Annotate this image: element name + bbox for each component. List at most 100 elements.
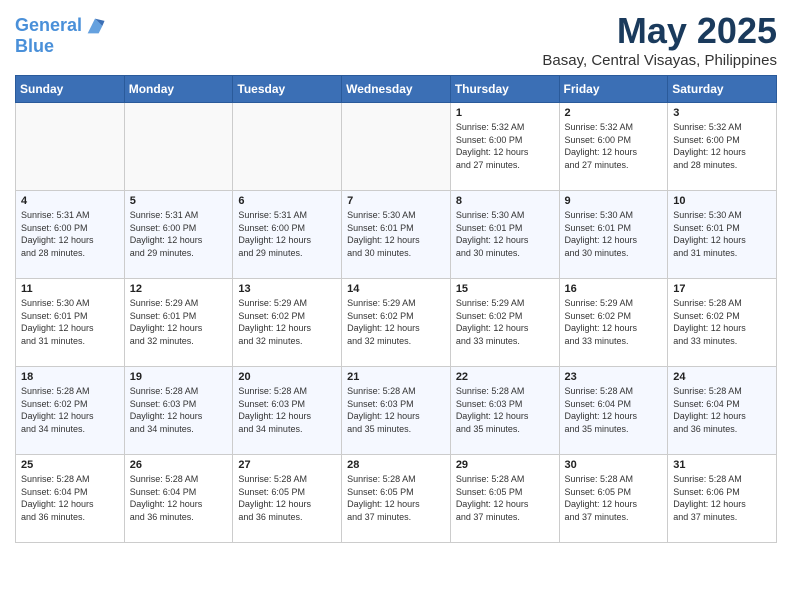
cell-content: Sunrise: 5:28 AMSunset: 6:05 PMDaylight:…: [565, 473, 663, 523]
cell-content: Sunrise: 5:28 AMSunset: 6:02 PMDaylight:…: [21, 385, 119, 435]
calendar-week-4: 18 Sunrise: 5:28 AMSunset: 6:02 PMDayligh…: [16, 367, 777, 455]
weekday-header-tuesday: Tuesday: [233, 76, 342, 103]
cell-content: Sunrise: 5:32 AMSunset: 6:00 PMDaylight:…: [565, 121, 663, 171]
cell-content: Sunrise: 5:28 AMSunset: 6:05 PMDaylight:…: [238, 473, 336, 523]
logo: General Blue: [15, 15, 106, 57]
calendar-cell: 22 Sunrise: 5:28 AMSunset: 6:03 PMDayligh…: [450, 367, 559, 455]
month-title: May 2025: [542, 10, 777, 52]
cell-content: Sunrise: 5:30 AMSunset: 6:01 PMDaylight:…: [673, 209, 771, 259]
cell-content: Sunrise: 5:31 AMSunset: 6:00 PMDaylight:…: [238, 209, 336, 259]
calendar-cell: 4 Sunrise: 5:31 AMSunset: 6:00 PMDaylight…: [16, 191, 125, 279]
day-number: 3: [673, 107, 771, 119]
day-number: 23: [565, 371, 663, 383]
calendar-cell: 6Sunrise: 5:31 AMSunset: 6:00 PMDaylight…: [233, 191, 342, 279]
calendar-cell: 25 Sunrise: 5:28 AMSunset: 6:04 PMDayligh…: [16, 455, 125, 543]
day-number: 13: [238, 283, 336, 295]
calendar-cell: 16Sunrise: 5:29 AMSunset: 6:02 PMDayligh…: [559, 279, 668, 367]
day-number: 5: [130, 195, 228, 207]
day-number: 28: [347, 459, 445, 471]
cell-content: Sunrise: 5:29 AMSunset: 6:02 PMDaylight:…: [565, 297, 663, 347]
day-number: 1: [456, 107, 554, 119]
calendar-cell: 23Sunrise: 5:28 AMSunset: 6:04 PMDayligh…: [559, 367, 668, 455]
cell-content: Sunrise: 5:28 AMSunset: 6:05 PMDaylight:…: [347, 473, 445, 523]
logo-blue: Blue: [15, 37, 106, 57]
calendar-cell: 19 Sunrise: 5:28 AMSunset: 6:03 PMDayligh…: [124, 367, 233, 455]
day-number: 7: [347, 195, 445, 207]
calendar-cell: 31 Sunrise: 5:28 AMSunset: 6:06 PMDayligh…: [668, 455, 777, 543]
day-number: 29: [456, 459, 554, 471]
cell-content: Sunrise: 5:29 AMSunset: 6:02 PMDaylight:…: [238, 297, 336, 347]
logo-general: General: [15, 15, 82, 35]
calendar-cell: 3 Sunrise: 5:32 AMSunset: 6:00 PMDaylight…: [668, 103, 777, 191]
day-number: 19: [130, 371, 228, 383]
weekday-header-sunday: Sunday: [16, 76, 125, 103]
calendar-cell: 30 Sunrise: 5:28 AMSunset: 6:05 PMDayligh…: [559, 455, 668, 543]
calendar-cell: 10 Sunrise: 5:30 AMSunset: 6:01 PMDayligh…: [668, 191, 777, 279]
cell-content: Sunrise: 5:28 AMSunset: 6:04 PMDaylight:…: [673, 385, 771, 435]
cell-content: Sunrise: 5:31 AMSunset: 6:00 PMDaylight:…: [21, 209, 119, 259]
header-row: General Blue May 2025 Basay, Central Vis…: [15, 10, 777, 69]
day-number: 11: [21, 283, 119, 295]
cell-content: Sunrise: 5:28 AMSunset: 6:03 PMDaylight:…: [238, 385, 336, 435]
cell-content: Sunrise: 5:28 AMSunset: 6:04 PMDaylight:…: [21, 473, 119, 523]
cell-content: Sunrise: 5:28 AMSunset: 6:03 PMDaylight:…: [130, 385, 228, 435]
calendar-cell: 26Sunrise: 5:28 AMSunset: 6:04 PMDayligh…: [124, 455, 233, 543]
calendar-cell: 29Sunrise: 5:28 AMSunset: 6:05 PMDayligh…: [450, 455, 559, 543]
logo-icon: [84, 15, 106, 37]
day-number: 12: [130, 283, 228, 295]
cell-content: Sunrise: 5:30 AMSunset: 6:01 PMDaylight:…: [565, 209, 663, 259]
day-number: 9: [565, 195, 663, 207]
location-title: Basay, Central Visayas, Philippines: [542, 52, 777, 69]
calendar-cell: [16, 103, 125, 191]
weekday-header-monday: Monday: [124, 76, 233, 103]
calendar-cell: 8 Sunrise: 5:30 AMSunset: 6:01 PMDaylight…: [450, 191, 559, 279]
weekday-header-thursday: Thursday: [450, 76, 559, 103]
day-number: 30: [565, 459, 663, 471]
calendar-cell: 9 Sunrise: 5:30 AMSunset: 6:01 PMDaylight…: [559, 191, 668, 279]
day-number: 8: [456, 195, 554, 207]
day-number: 10: [673, 195, 771, 207]
calendar-cell: 7Sunrise: 5:30 AMSunset: 6:01 PMDaylight…: [342, 191, 451, 279]
logo-text: General: [15, 16, 82, 36]
cell-content: Sunrise: 5:30 AMSunset: 6:01 PMDaylight:…: [21, 297, 119, 347]
calendar-cell: 21 Sunrise: 5:28 AMSunset: 6:03 PMDayligh…: [342, 367, 451, 455]
weekday-header-saturday: Saturday: [668, 76, 777, 103]
cell-content: Sunrise: 5:32 AMSunset: 6:00 PMDaylight:…: [456, 121, 554, 171]
cell-content: Sunrise: 5:30 AMSunset: 6:01 PMDaylight:…: [456, 209, 554, 259]
calendar-cell: 18 Sunrise: 5:28 AMSunset: 6:02 PMDayligh…: [16, 367, 125, 455]
calendar-cell: [233, 103, 342, 191]
weekday-header-wednesday: Wednesday: [342, 76, 451, 103]
cell-content: Sunrise: 5:28 AMSunset: 6:03 PMDaylight:…: [347, 385, 445, 435]
weekday-header-row: SundayMondayTuesdayWednesdayThursdayFrid…: [16, 76, 777, 103]
calendar-cell: 11 Sunrise: 5:30 AMSunset: 6:01 PMDayligh…: [16, 279, 125, 367]
day-number: 21: [347, 371, 445, 383]
cell-content: Sunrise: 5:29 AMSunset: 6:01 PMDaylight:…: [130, 297, 228, 347]
calendar-cell: 12 Sunrise: 5:29 AMSunset: 6:01 PMDayligh…: [124, 279, 233, 367]
day-number: 18: [21, 371, 119, 383]
calendar-week-3: 11 Sunrise: 5:30 AMSunset: 6:01 PMDayligh…: [16, 279, 777, 367]
calendar-cell: [124, 103, 233, 191]
calendar-cell: 1 Sunrise: 5:32 AMSunset: 6:00 PMDaylight…: [450, 103, 559, 191]
calendar-week-2: 4 Sunrise: 5:31 AMSunset: 6:00 PMDaylight…: [16, 191, 777, 279]
day-number: 31: [673, 459, 771, 471]
day-number: 15: [456, 283, 554, 295]
cell-content: Sunrise: 5:28 AMSunset: 6:06 PMDaylight:…: [673, 473, 771, 523]
calendar-week-1: 1 Sunrise: 5:32 AMSunset: 6:00 PMDaylight…: [16, 103, 777, 191]
weekday-header-friday: Friday: [559, 76, 668, 103]
day-number: 27: [238, 459, 336, 471]
calendar-cell: 24 Sunrise: 5:28 AMSunset: 6:04 PMDayligh…: [668, 367, 777, 455]
cell-content: Sunrise: 5:28 AMSunset: 6:03 PMDaylight:…: [456, 385, 554, 435]
calendar-container: General Blue May 2025 Basay, Central Vis…: [0, 0, 792, 558]
day-number: 24: [673, 371, 771, 383]
day-number: 20: [238, 371, 336, 383]
day-number: 25: [21, 459, 119, 471]
calendar-cell: [342, 103, 451, 191]
cell-content: Sunrise: 5:28 AMSunset: 6:02 PMDaylight:…: [673, 297, 771, 347]
calendar-cell: 15Sunrise: 5:29 AMSunset: 6:02 PMDayligh…: [450, 279, 559, 367]
calendar-header: SundayMondayTuesdayWednesdayThursdayFrid…: [16, 76, 777, 103]
day-number: 22: [456, 371, 554, 383]
day-number: 4: [21, 195, 119, 207]
calendar-cell: 14Sunrise: 5:29 AMSunset: 6:02 PMDayligh…: [342, 279, 451, 367]
cell-content: Sunrise: 5:32 AMSunset: 6:00 PMDaylight:…: [673, 121, 771, 171]
day-number: 14: [347, 283, 445, 295]
